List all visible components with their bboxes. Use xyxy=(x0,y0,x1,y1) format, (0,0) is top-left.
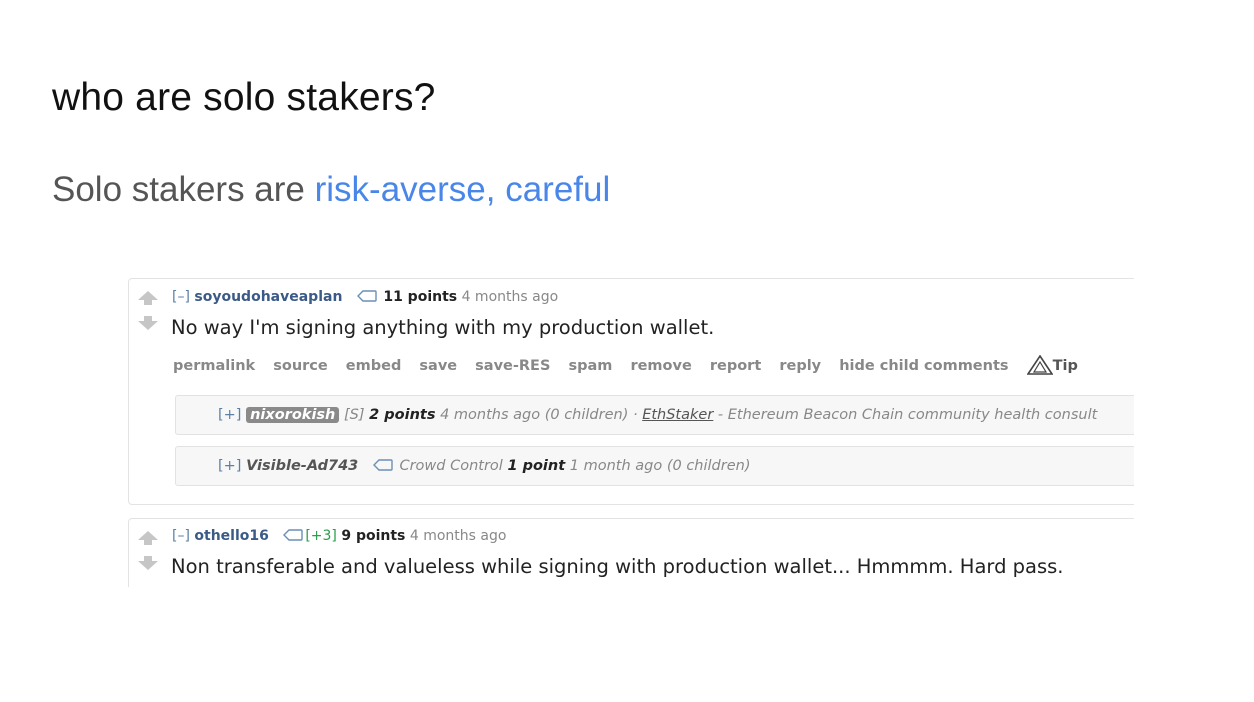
submitter-badge: [S] xyxy=(343,407,365,423)
child-meta: 1 month ago (0 children) xyxy=(569,458,751,474)
child-comment-line: [+] nixorokish [S] 2 points 4 months ago… xyxy=(218,407,1097,423)
save-button[interactable]: save xyxy=(419,358,457,374)
slide-subtitle: Solo stakers are risk-averse, careful xyxy=(52,170,610,210)
child-comment: [+] nixorokish [S] 2 points 4 months ago… xyxy=(175,395,1134,435)
source-button[interactable]: source xyxy=(273,358,328,374)
remove-button[interactable]: remove xyxy=(630,358,691,374)
comment-body: Non transferable and valueless while sig… xyxy=(171,555,1064,578)
report-button[interactable]: report xyxy=(710,358,761,374)
reply-button[interactable]: reply xyxy=(779,358,821,374)
comment-author[interactable]: othello16 xyxy=(194,528,268,544)
collapse-toggle[interactable]: [–] xyxy=(172,289,190,305)
reddit-comments-screenshot: [–] soyoudohaveaplan 11 points 4 months … xyxy=(128,278,1134,587)
hide-child-comments-button[interactable]: hide child comments xyxy=(839,358,1008,374)
child-author[interactable]: nixorokish xyxy=(246,407,340,423)
comment: [–] soyoudohaveaplan 11 points 4 months … xyxy=(128,278,1134,505)
comment-buttons: permalink source embed save save-RES spa… xyxy=(173,354,1091,375)
collapse-toggle[interactable]: [–] xyxy=(172,528,190,544)
flair-link[interactable]: EthStaker xyxy=(642,407,713,423)
save-res-button[interactable]: save-RES xyxy=(475,358,550,374)
vote-arrows xyxy=(137,530,159,571)
spam-button[interactable]: spam xyxy=(568,358,612,374)
downvote-arrow-icon[interactable] xyxy=(137,555,159,571)
vote-arrows xyxy=(137,290,159,331)
child-meta: 4 months ago (0 children) · xyxy=(440,407,643,423)
tag-icon[interactable] xyxy=(356,290,377,302)
comment-time: 4 months ago xyxy=(461,289,559,305)
upvote-arrow-icon[interactable] xyxy=(137,530,159,546)
subtitle-lead: Solo stakers are xyxy=(52,170,315,209)
slide-title: who are solo stakers? xyxy=(52,76,436,119)
tip-triangle-icon[interactable] xyxy=(1026,354,1054,375)
comment-body: No way I'm signing anything with my prod… xyxy=(171,316,715,339)
downvote-arrow-icon[interactable] xyxy=(137,315,159,331)
tag-icon[interactable] xyxy=(372,459,393,471)
child-flair: Crowd Control xyxy=(399,458,503,474)
child-score: 2 points xyxy=(369,407,436,423)
expand-toggle[interactable]: [+] xyxy=(218,458,241,474)
comment: [–] othello16 [+3] 9 points 4 months ago… xyxy=(128,518,1134,587)
comment-time: 4 months ago xyxy=(409,528,507,544)
comment-tagline: [–] othello16 [+3] 9 points 4 months ago xyxy=(172,528,506,544)
child-author[interactable]: Visible-Ad743 xyxy=(246,458,358,474)
subtitle-highlight: risk-averse, careful xyxy=(314,170,611,209)
permalink-button[interactable]: permalink xyxy=(173,358,255,374)
child-comment-line: [+] Visible-Ad743 Crowd Control 1 point … xyxy=(218,458,751,474)
child-comment: [+] Visible-Ad743 Crowd Control 1 point … xyxy=(175,446,1134,486)
upvote-arrow-icon[interactable] xyxy=(137,290,159,306)
comment-tagline: [–] soyoudohaveaplan 11 points 4 months … xyxy=(172,289,558,305)
child-score: 1 point xyxy=(507,458,566,474)
tip-button[interactable]: Tip xyxy=(1053,358,1078,374)
comment-author[interactable]: soyoudohaveaplan xyxy=(194,289,342,305)
tag-icon[interactable] xyxy=(283,529,304,541)
embed-button[interactable]: embed xyxy=(346,358,402,374)
comment-score: 11 points xyxy=(383,289,458,305)
expand-toggle[interactable]: [+] xyxy=(218,407,241,423)
user-tag-badge: [+3] xyxy=(305,528,337,544)
comment-score: 9 points xyxy=(341,528,406,544)
flair-text: - Ethereum Beacon Chain community health… xyxy=(713,407,1098,423)
